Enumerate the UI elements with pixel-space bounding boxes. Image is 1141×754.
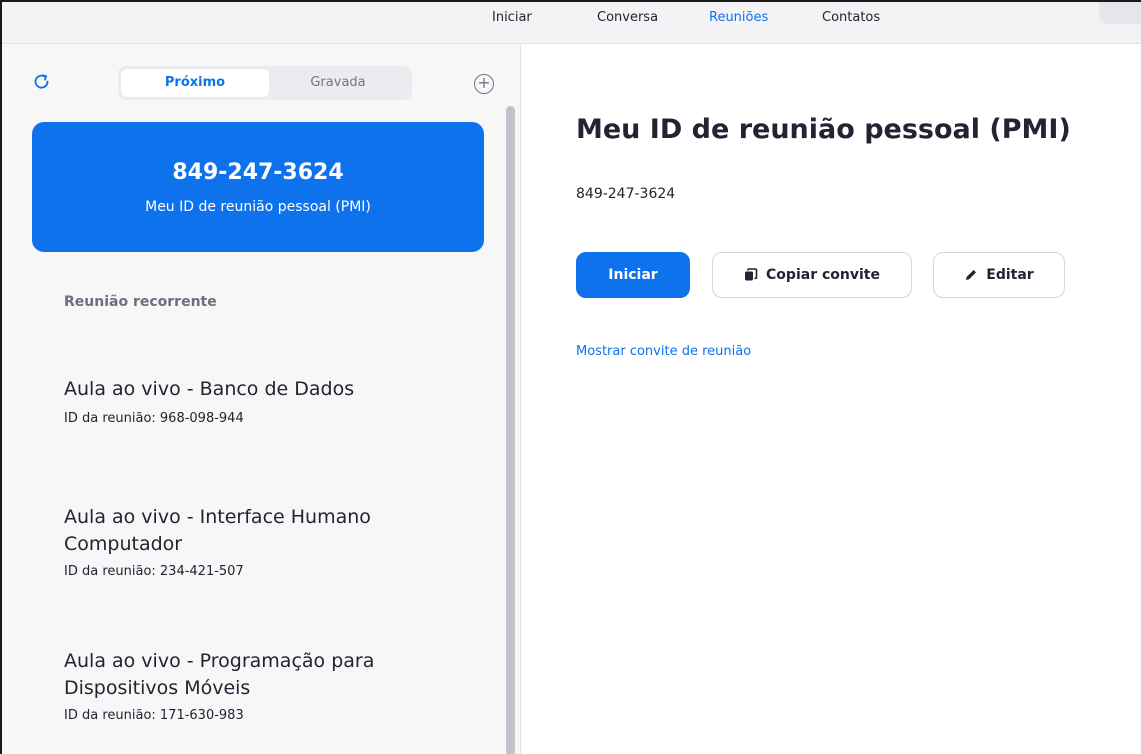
- tab-gravada[interactable]: Gravada: [264, 69, 412, 97]
- meeting-name: Aula ao vivo - Programação para Disposit…: [64, 650, 375, 699]
- page-title: Meu ID de reunião pessoal (PMI): [576, 114, 1071, 145]
- meeting-name: Aula ao vivo - Interface Humano Computad…: [64, 506, 371, 555]
- edit-label: Editar: [986, 267, 1034, 283]
- tab-contatos[interactable]: Contatos: [822, 10, 880, 25]
- section-title: Reunião recorrente: [64, 294, 217, 310]
- meeting-id: ID da reunião: 968-098-944: [64, 411, 244, 426]
- refresh-icon[interactable]: [32, 72, 52, 92]
- copy-icon: [745, 268, 758, 281]
- pmi-card[interactable]: 849-247-3624 Meu ID de reunião pessoal (…: [32, 122, 484, 252]
- tab-iniciar[interactable]: Iniciar: [492, 10, 532, 25]
- pmi-number: 849-247-3624: [576, 186, 676, 202]
- edit-button[interactable]: Editar: [933, 252, 1065, 298]
- tab-conversa[interactable]: Conversa: [597, 10, 658, 25]
- window-corner: [1099, 2, 1141, 24]
- meeting-item[interactable]: Aula ao vivo - Programação para Disposit…: [64, 648, 424, 723]
- meetings-filter-toggle: Próximo Gravada: [118, 66, 412, 100]
- top-navigation: Iniciar Conversa Reuniões Contatos: [2, 2, 1141, 44]
- copy-invite-label: Copiar convite: [766, 267, 880, 283]
- copy-invite-button[interactable]: Copiar convite: [712, 252, 912, 298]
- sidebar-scrollbar[interactable]: [506, 106, 515, 754]
- start-button[interactable]: Iniciar: [576, 252, 690, 298]
- tab-proximo[interactable]: Próximo: [121, 69, 269, 97]
- zoom-window: Iniciar Conversa Reuniões Contatos Próxi…: [0, 0, 1141, 754]
- meetings-sidebar: Próximo Gravada + 849-247-3624 Meu ID de…: [2, 44, 520, 754]
- pmi-card-label: Meu ID de reunião pessoal (PMI): [145, 199, 371, 215]
- pmi-card-number: 849-247-3624: [172, 160, 344, 185]
- meeting-id: ID da reunião: 171-630-983: [64, 708, 244, 723]
- pencil-icon: [966, 270, 977, 280]
- show-invite-link[interactable]: Mostrar convite de reunião: [576, 344, 751, 359]
- add-meeting-icon[interactable]: +: [474, 74, 494, 94]
- meeting-id: ID da reunião: 234-421-507: [64, 564, 244, 579]
- meeting-item[interactable]: Aula ao vivo - Interface Humano Computad…: [64, 504, 424, 579]
- meeting-name: Aula ao vivo - Banco de Dados: [64, 378, 355, 400]
- pane-divider: [520, 44, 521, 754]
- meeting-item[interactable]: Aula ao vivo - Banco de Dados ID da reun…: [64, 376, 424, 426]
- start-button-label: Iniciar: [608, 267, 658, 283]
- tab-reunioes[interactable]: Reuniões: [709, 10, 768, 25]
